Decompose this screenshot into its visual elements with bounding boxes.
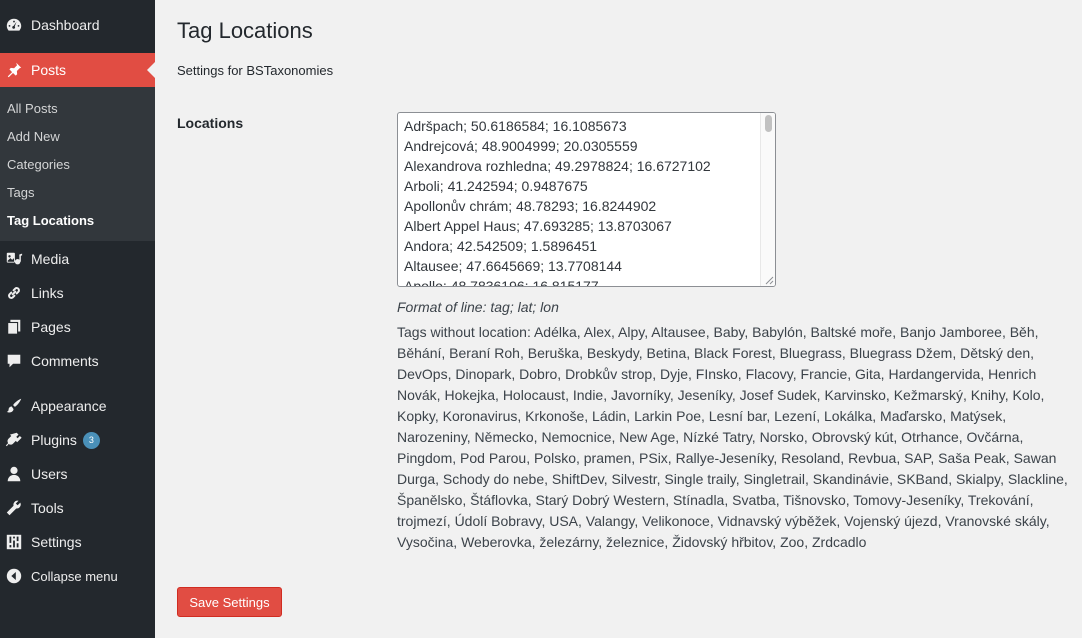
menu-label-media: Media (31, 251, 70, 267)
scrollbar-thumb[interactable] (765, 115, 772, 132)
location-line: Adršpach; 50.6186584; 16.1085673 (404, 118, 627, 134)
menu-label-posts: Posts (31, 62, 67, 78)
brush-icon (4, 396, 24, 416)
link-icon (4, 283, 24, 303)
admin-sidebar: Dashboard Posts All Posts Add New Catego… (0, 0, 155, 638)
location-line: Albert Appel Haus; 47.693285; 13.8703067 (404, 218, 672, 234)
media-icon (4, 249, 24, 269)
collapse-arrow-icon (4, 566, 24, 586)
location-line: Altausee; 47.6645669; 13.7708144 (404, 258, 622, 274)
locations-lines: Adršpach; 50.6186584; 16.1085673 Andrejc… (404, 116, 760, 287)
menu-item-posts[interactable]: Posts (0, 53, 155, 87)
location-line: Alexandrova rozhledna; 49.2978824; 16.67… (404, 158, 711, 174)
plugin-icon (4, 430, 24, 450)
submenu-item-tags[interactable]: Tags (7, 185, 34, 200)
pages-icon (4, 317, 24, 337)
menu-label-comments: Comments (31, 353, 99, 369)
menu-item-comments[interactable]: Comments (0, 351, 155, 371)
resize-handle-icon[interactable] (763, 274, 774, 285)
menu-item-appearance[interactable]: Appearance (0, 396, 155, 416)
location-line: Andrejcová; 48.9004999; 20.0305559 (404, 138, 638, 154)
page-title: Tag Locations (177, 18, 313, 43)
menu-label-settings: Settings (31, 534, 82, 550)
menu-label-dashboard: Dashboard (31, 17, 100, 33)
submenu-item-add-new[interactable]: Add New (7, 129, 60, 144)
dashboard-icon (4, 15, 24, 35)
format-hint: Format of line: tag; lat; lon (397, 299, 559, 315)
comment-icon (4, 351, 24, 371)
locations-field-label: Locations (177, 115, 244, 131)
menu-item-users[interactable]: Users (0, 464, 155, 484)
submenu-item-all-posts[interactable]: All Posts (7, 101, 58, 116)
menu-label-plugins: Plugins (31, 432, 77, 448)
menu-item-tools[interactable]: Tools (0, 498, 155, 518)
save-settings-button[interactable]: Save Settings (177, 587, 282, 617)
menu-label-links: Links (31, 285, 64, 301)
locations-textarea[interactable]: Adršpach; 50.6186584; 16.1085673 Andrejc… (397, 112, 776, 287)
menu-label-appearance: Appearance (31, 398, 107, 414)
location-line: Apollonův chrám; 48.78293; 16.8244902 (404, 198, 657, 214)
menu-label-tools: Tools (31, 500, 64, 516)
menu-label-users: Users (31, 466, 68, 482)
pin-icon (4, 60, 24, 80)
location-line: Andora; 42.542509; 1.5896451 (404, 238, 598, 254)
plugins-update-badge: 3 (82, 431, 100, 449)
page-subtitle: Settings for BSTaxonomies (177, 63, 334, 78)
menu-item-links[interactable]: Links (0, 283, 155, 303)
location-line: Arboli; 41.242594; 0.9487675 (404, 178, 588, 194)
location-line: Apollo; 48.7836196; 16.815177 (404, 278, 599, 287)
settings-icon (4, 532, 24, 552)
menu-label-pages: Pages (31, 319, 71, 335)
collapse-menu-label: Collapse menu (31, 568, 118, 584)
posts-submenu: All Posts Add New Categories Tags Tag Lo… (0, 87, 155, 241)
user-icon (4, 464, 24, 484)
submenu-item-categories[interactable]: Categories (7, 157, 70, 172)
menu-item-media[interactable]: Media (0, 249, 155, 269)
textarea-scrollbar[interactable] (760, 113, 775, 286)
wrench-icon (4, 498, 24, 518)
menu-item-pages[interactable]: Pages (0, 317, 155, 337)
collapse-menu-button[interactable]: Collapse menu (0, 566, 155, 586)
menu-item-dashboard[interactable]: Dashboard (0, 8, 155, 42)
menu-item-settings[interactable]: Settings (0, 532, 155, 552)
tags-without-location: Tags without location: Adélka, Alex, Alp… (397, 324, 1068, 550)
submenu-item-tag-locations[interactable]: Tag Locations (7, 213, 94, 228)
menu-item-plugins[interactable]: Plugins 3 (0, 430, 155, 450)
